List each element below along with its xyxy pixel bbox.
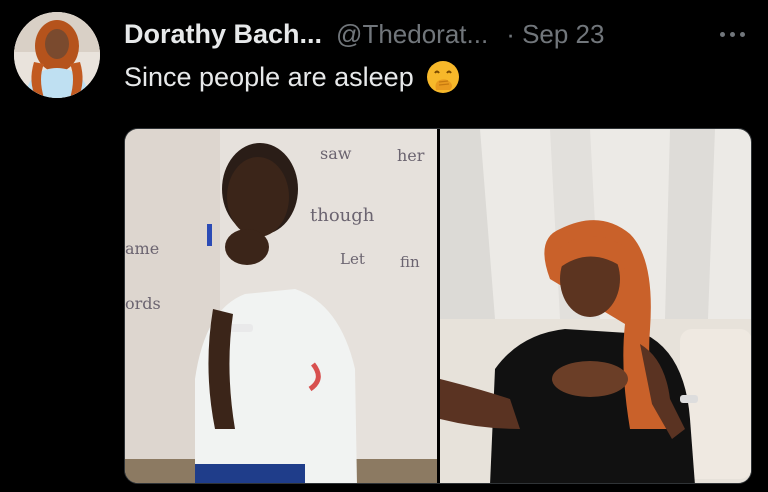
- board-word: ame: [125, 239, 159, 258]
- board-word: ords: [125, 294, 161, 313]
- tweet-text-row: Since people are asleep: [124, 60, 460, 94]
- avatar[interactable]: [14, 12, 100, 98]
- photo-right[interactable]: [439, 129, 751, 483]
- photo-right-image: [439, 129, 751, 483]
- tweet-text: Since people are asleep: [124, 61, 414, 92]
- board-word: Let: [340, 250, 365, 268]
- tweet-header: Dorathy Bach... @Thedorat... · Sep 23: [124, 14, 750, 54]
- timestamp[interactable]: · Sep 23: [506, 19, 604, 50]
- board-word: though: [310, 205, 375, 226]
- avatar-image: [14, 12, 100, 98]
- face-with-hand-over-mouth-icon: [426, 61, 459, 93]
- author-name[interactable]: Dorathy Bach...: [124, 19, 322, 50]
- board-word: her: [397, 146, 425, 165]
- board-word: fin: [400, 253, 420, 271]
- more-horizontal-icon[interactable]: [716, 22, 750, 46]
- board-word: saw: [320, 144, 352, 163]
- photo-left-image: saw her though Let fin ame ords: [125, 129, 437, 483]
- author-handle[interactable]: @Thedorat...: [336, 19, 488, 50]
- photo-left[interactable]: saw her though Let fin ame ords: [125, 129, 437, 483]
- tweet-media: saw her though Let fin ame ords: [124, 128, 752, 484]
